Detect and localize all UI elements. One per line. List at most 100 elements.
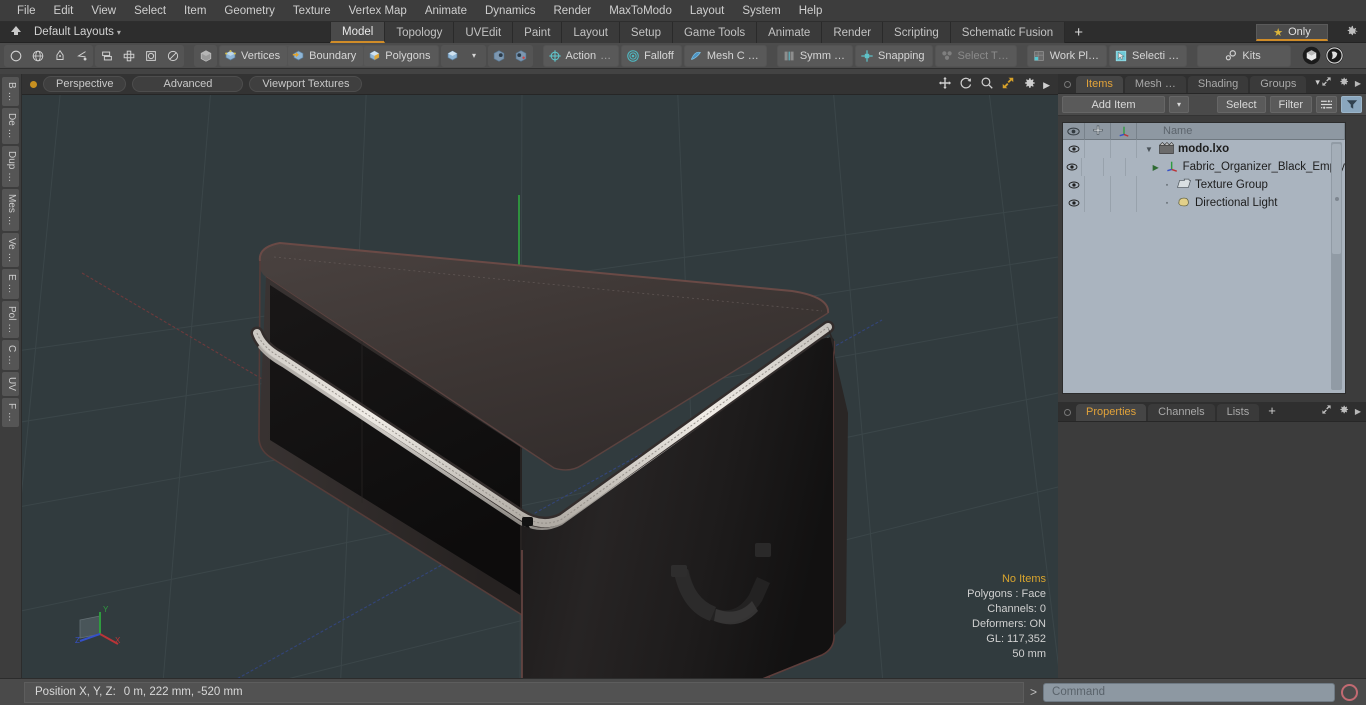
selection-set-group[interactable]: Selecti …	[1109, 44, 1188, 67]
select-through-group[interactable]: Select T…	[934, 44, 1017, 67]
action-center-button[interactable]: Action …	[543, 45, 619, 66]
menu-animate[interactable]: Animate	[416, 1, 476, 21]
tree-item-mesh[interactable]: ▶ Fabric_Organizer_Black_Empty	[1126, 160, 1345, 175]
tree-item-texture-group[interactable]: ▪ Texture Group	[1137, 178, 1345, 192]
tree-item-scene[interactable]: ▼ modo.lxo	[1137, 141, 1345, 157]
expand-panel-icon[interactable]	[1321, 404, 1332, 418]
mesh-constraint-button[interactable]: Mesh C …	[684, 45, 766, 66]
tab-game-tools[interactable]: Game Tools	[672, 22, 758, 43]
menu-file[interactable]: File	[8, 1, 45, 21]
viewport-textures-button[interactable]: Viewport Textures	[249, 76, 363, 92]
rotate-icon[interactable]	[959, 76, 973, 94]
vertices-button[interactable]: Vertices	[220, 45, 288, 66]
viewport-shading-button[interactable]: Advanced	[132, 76, 244, 92]
twisty-expanded-icon[interactable]: ▼	[1143, 145, 1155, 154]
tab-channels[interactable]: Channels	[1148, 404, 1215, 421]
row-lock-cell[interactable]	[1085, 194, 1111, 212]
menu-render[interactable]: Render	[544, 1, 600, 21]
only-button[interactable]: ★ Only	[1256, 24, 1328, 41]
row-visibility-toggle[interactable]	[1063, 158, 1082, 176]
polygons-button[interactable]: Polygons	[364, 45, 438, 66]
add-item-dropdown-icon[interactable]: ▾	[1168, 96, 1189, 113]
add-tab-button[interactable]: +	[1065, 22, 1092, 43]
menu-item[interactable]: Item	[175, 1, 215, 21]
add-item-button[interactable]: Add Item	[1062, 96, 1165, 113]
panel-menu-arrow-icon[interactable]: ▶	[1355, 79, 1361, 88]
command-input[interactable]	[1043, 682, 1335, 702]
circle-icon[interactable]	[5, 46, 26, 66]
row-transform-cell[interactable]	[1104, 158, 1126, 176]
menu-system[interactable]: System	[733, 1, 789, 21]
action-center-group[interactable]: Action …	[542, 44, 620, 67]
current-mode-icon[interactable]	[442, 46, 463, 66]
viewport-projection-button[interactable]: Perspective	[43, 76, 127, 92]
row-lock-cell[interactable]	[1085, 140, 1111, 158]
menu-layout[interactable]: Layout	[681, 1, 734, 21]
ellipse-icon[interactable]	[162, 46, 183, 66]
align-icon[interactable]	[118, 46, 139, 66]
select-through-button[interactable]: Select T…	[935, 45, 1016, 66]
left-tab-deform[interactable]: De …	[2, 108, 19, 145]
twisty-collapsed-icon[interactable]: ▶	[1150, 163, 1162, 172]
tab-render[interactable]: Render	[822, 22, 884, 43]
falloff-group[interactable]: Falloff	[621, 44, 682, 67]
menu-dynamics[interactable]: Dynamics	[476, 1, 544, 21]
workplane-button[interactable]: Work Pl…	[1027, 45, 1107, 66]
snapping-group[interactable]: Snapping	[855, 44, 933, 67]
viewport-3d[interactable]: Perspective Advanced Viewport Textures ▶	[22, 74, 1058, 678]
mesh-constraint-group[interactable]: Mesh C …	[683, 44, 767, 67]
curve-icon[interactable]	[71, 46, 92, 66]
default-layouts-dropdown[interactable]: Default Layouts ▾	[26, 26, 121, 38]
workplane-group[interactable]: Work Pl…	[1026, 44, 1108, 67]
row-visibility-toggle[interactable]	[1063, 140, 1085, 158]
item-tree-scrollbar[interactable]	[1331, 142, 1342, 390]
table-row[interactable]: ▪ Directional Light	[1063, 194, 1345, 212]
tab-topology[interactable]: Topology	[385, 22, 455, 43]
home-icon[interactable]	[6, 25, 26, 39]
menu-maxtomodo[interactable]: MaxToModo	[600, 1, 681, 21]
left-tab-edge[interactable]: E …	[2, 269, 19, 299]
menu-help[interactable]: Help	[790, 1, 832, 21]
filter-funnel-icon[interactable]	[1341, 96, 1362, 113]
zoom-icon[interactable]	[980, 76, 994, 94]
table-row[interactable]: ▶ Fabric_Organizer_Black_Empty	[1063, 158, 1345, 176]
pen-icon[interactable]	[49, 46, 70, 66]
symmetry-button[interactable]: Symm …	[777, 45, 853, 66]
tab-uvedit[interactable]: UVEdit	[454, 22, 514, 43]
menu-texture[interactable]: Texture	[284, 1, 340, 21]
table-row[interactable]: ▪ Texture Group	[1063, 176, 1345, 194]
left-tab-curve[interactable]: C …	[2, 339, 19, 370]
row-transform-cell[interactable]	[1111, 194, 1137, 212]
fit-icon[interactable]	[1001, 76, 1015, 94]
menu-select[interactable]: Select	[125, 1, 175, 21]
row-lock-cell[interactable]	[1085, 176, 1111, 194]
row-lock-cell[interactable]	[1082, 158, 1104, 176]
viewport-canvas[interactable]	[22, 95, 1058, 678]
menu-view[interactable]: View	[82, 1, 125, 21]
filter-button[interactable]: Filter	[1269, 96, 1312, 113]
left-tab-mesh[interactable]: Mes …	[2, 189, 19, 231]
boundary-button[interactable]: Boundary	[288, 45, 364, 66]
tab-scripting[interactable]: Scripting	[883, 22, 951, 43]
tab-properties[interactable]: Properties	[1076, 404, 1147, 421]
tab-animate[interactable]: Animate	[757, 22, 823, 43]
left-tab-vertex[interactable]: Ve …	[2, 232, 19, 268]
tab-model[interactable]: Model	[330, 22, 386, 43]
square-circle-icon[interactable]	[140, 46, 161, 66]
left-tab-fusion[interactable]: F …	[2, 397, 19, 427]
kits-group[interactable]: Kits	[1197, 44, 1292, 67]
menu-edit[interactable]: Edit	[45, 1, 83, 21]
panel-settings-icon[interactable]	[1338, 404, 1349, 418]
expand-panel-icon[interactable]	[1321, 76, 1332, 90]
menu-geometry[interactable]: Geometry	[215, 1, 284, 21]
selection-set-button[interactable]: Selecti …	[1110, 45, 1187, 66]
panel-settings-icon[interactable]	[1338, 76, 1349, 90]
tab-shading[interactable]: Shading	[1187, 76, 1249, 93]
viewport-menu-arrow-icon[interactable]: ▶	[1043, 77, 1050, 93]
pan-icon[interactable]	[938, 76, 952, 94]
tab-schematic-fusion[interactable]: Schematic Fusion	[950, 22, 1066, 43]
shade-a-icon[interactable]	[489, 46, 510, 66]
row-transform-cell[interactable]	[1111, 140, 1137, 158]
row-visibility-toggle[interactable]	[1063, 176, 1085, 194]
left-tab-polygon[interactable]: Pol …	[2, 300, 19, 338]
